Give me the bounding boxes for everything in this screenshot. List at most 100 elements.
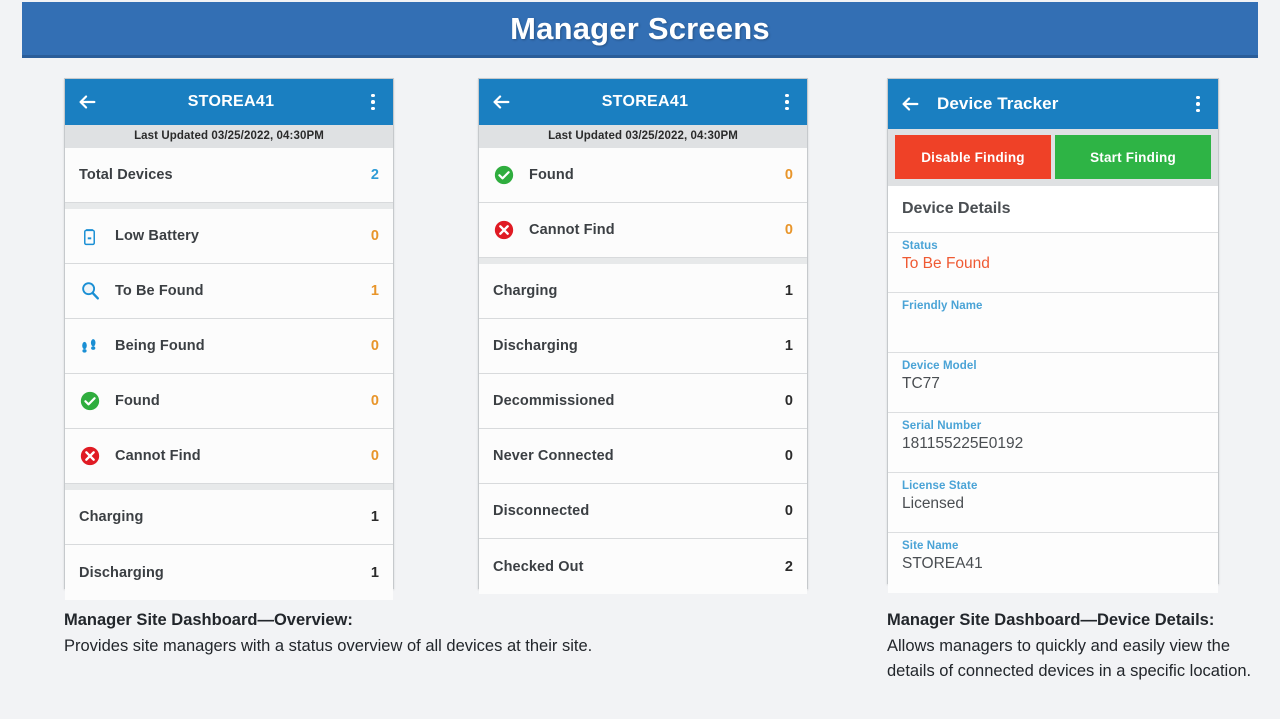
list-item-label: Cannot Find [529,222,785,238]
battery-icon [79,225,105,247]
detail-value: Licensed [902,495,1204,514]
list-item[interactable]: Total Devices 2 [65,148,393,203]
list-item[interactable]: To Be Found 1 [65,264,393,319]
overview-caption-text: Provides site managers with a status ove… [64,637,592,655]
start-finding-button[interactable]: Start Finding [1055,135,1211,179]
list-item[interactable]: Found 0 [479,148,807,203]
list-item[interactable]: Charging 1 [65,490,393,545]
device-details-caption: Manager Site Dashboard—Device Details: A… [887,608,1259,685]
list-item-label: Low Battery [115,228,371,244]
check-circle-icon [493,164,519,186]
overflow-menu-icon[interactable] [1189,96,1207,113]
list-item[interactable]: Decommissioned 0 [479,374,807,429]
magnifier-icon [79,280,105,302]
back-arrow-icon[interactable] [490,91,512,113]
list-item-value: 1 [785,338,793,354]
manager-site-dashboard-overview-card: STOREA41 Last Updated 03/25/2022, 04:30P… [64,78,394,589]
list-item-value: 1 [371,509,379,525]
list-item-label: Never Connected [493,448,785,464]
overview-caption: Manager Site Dashboard—Overview: Provide… [64,608,824,659]
detail-value: 181155225E0192 [902,435,1204,454]
list-item-label: Decommissioned [493,393,785,409]
overview-caption-title: Manager Site Dashboard—Overview: [64,611,353,629]
device-details-caption-title: Manager Site Dashboard—Device Details: [887,611,1214,629]
detail-label: License State [902,480,1204,492]
page-title: Manager Screens [510,11,770,47]
detail-label: Friendly Name [902,300,1204,312]
detail-label: Device Model [902,360,1204,372]
list-item-label: Checked Out [493,559,785,575]
detail-label: Serial Number [902,420,1204,432]
status-last-updated: Last Updated 03/25/2022, 04:30PM [479,125,807,148]
device-tracker-title: Device Tracker [921,94,1189,114]
detail-label: Status [902,240,1204,252]
list-item-value: 1 [785,283,793,299]
device-tracker-card: Device Tracker Disable Finding Start Fin… [887,78,1219,584]
overflow-menu-icon[interactable] [778,94,796,111]
list-item[interactable]: Disconnected 0 [479,484,807,539]
list-item[interactable]: Charging 1 [479,264,807,319]
list-item-value: 0 [371,393,379,409]
list-item-value: 1 [371,283,379,299]
list-item-value: 0 [785,222,793,238]
list-item-value: 0 [371,448,379,464]
list-item-value: 0 [371,338,379,354]
list-item-label: Found [115,393,371,409]
list-item-label: Total Devices [79,167,371,183]
list-item-label: Cannot Find [115,448,371,464]
back-arrow-icon[interactable] [76,91,98,113]
list-item-label: Charging [79,509,371,525]
back-arrow-icon[interactable] [899,93,921,115]
check-circle-icon [79,390,105,412]
finding-actions-bar: Disable Finding Start Finding [888,129,1218,186]
overflow-menu-icon[interactable] [364,94,382,111]
list-item-value: 0 [371,228,379,244]
disable-finding-button[interactable]: Disable Finding [895,135,1051,179]
status-list: Found 0 Cannot Find 0 Charging 1 Dischar… [479,148,807,594]
list-item-label: Charging [493,283,785,299]
list-item[interactable]: Cannot Find 0 [65,429,393,484]
list-item-value: 0 [785,503,793,519]
list-item[interactable]: Never Connected 0 [479,429,807,484]
list-item-label: Being Found [115,338,371,354]
list-item-value: 2 [785,559,793,575]
list-item-value: 2 [371,167,379,183]
list-item[interactable]: Discharging 1 [65,545,393,600]
device-tracker-app-bar: Device Tracker [888,79,1218,129]
x-circle-icon [79,445,105,467]
list-item[interactable]: Discharging 1 [479,319,807,374]
list-item-label: Disconnected [493,503,785,519]
detail-row-device-model[interactable]: Device Model TC77 [888,353,1218,413]
list-item[interactable]: Checked Out 2 [479,539,807,594]
list-item[interactable]: Cannot Find 0 [479,203,807,258]
manager-site-dashboard-status-card: STOREA41 Last Updated 03/25/2022, 04:30P… [478,78,808,589]
detail-row-serial-number[interactable]: Serial Number 181155225E0192 [888,413,1218,473]
list-item-value: 0 [785,448,793,464]
detail-row-status[interactable]: Status To Be Found [888,233,1218,293]
detail-row-site-name[interactable]: Site Name STOREA41 [888,533,1218,593]
status-title: STOREA41 [512,93,778,111]
detail-label: Site Name [902,540,1204,552]
list-item[interactable]: Found 0 [65,374,393,429]
list-item-value: 0 [785,167,793,183]
list-item[interactable]: Being Found 0 [65,319,393,374]
detail-value: STOREA41 [902,555,1204,574]
x-circle-icon [493,219,519,241]
list-item-label: Discharging [493,338,785,354]
device-details-caption-text: Allows managers to quickly and easily vi… [887,637,1251,681]
list-item-value: 0 [785,393,793,409]
overview-app-bar: STOREA41 [65,79,393,125]
list-item-label: Found [529,167,785,183]
status-app-bar: STOREA41 [479,79,807,125]
list-item-value: 1 [371,565,379,581]
footprints-icon [79,335,105,357]
overview-last-updated: Last Updated 03/25/2022, 04:30PM [65,125,393,148]
list-item[interactable]: Low Battery 0 [65,209,393,264]
list-item-label: Discharging [79,565,371,581]
detail-row-license-state[interactable]: License State Licensed [888,473,1218,533]
list-item-label: To Be Found [115,283,371,299]
page-banner: Manager Screens [22,2,1258,58]
detail-value [902,315,1204,334]
detail-value: TC77 [902,375,1204,394]
detail-row-friendly-name[interactable]: Friendly Name [888,293,1218,353]
